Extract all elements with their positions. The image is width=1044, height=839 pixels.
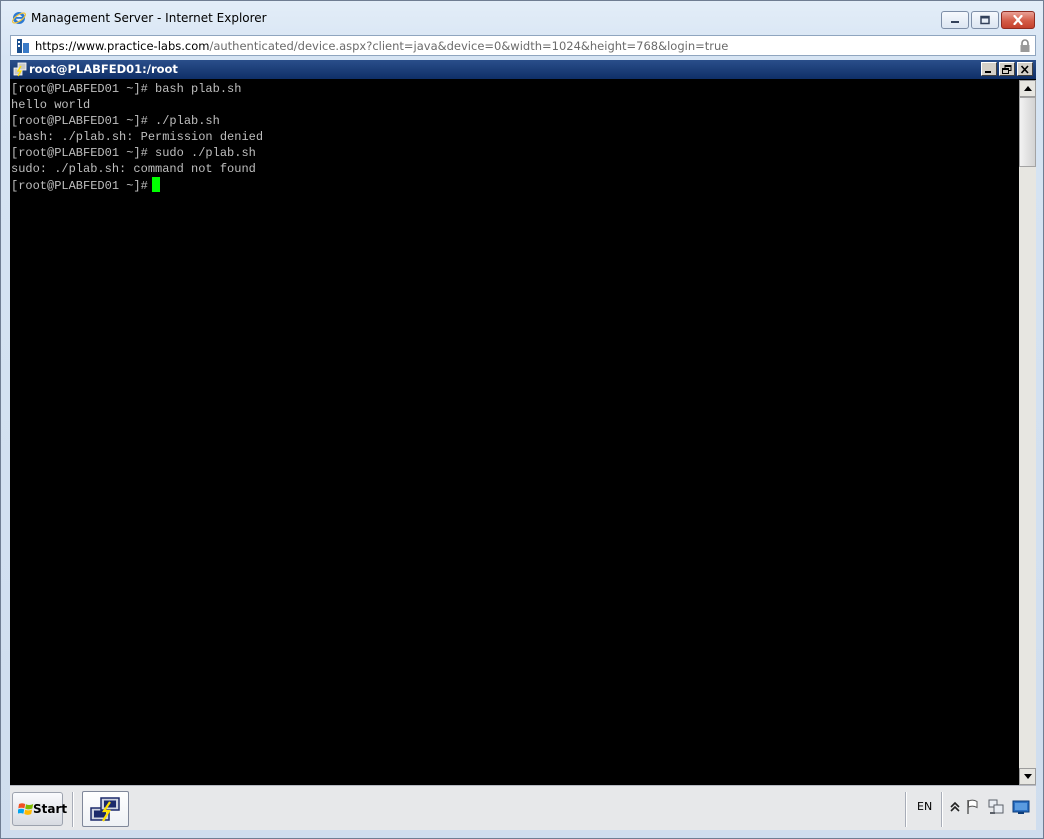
language-indicator[interactable]: EN bbox=[917, 800, 932, 813]
putty-restore-button[interactable] bbox=[999, 62, 1015, 76]
url-protocol: https:// bbox=[35, 39, 77, 53]
maximize-button[interactable] bbox=[971, 11, 999, 29]
ie-window: Management Server - Internet Explorer ht… bbox=[0, 0, 1044, 839]
scroll-thumb[interactable] bbox=[1019, 97, 1036, 167]
taskbar-separator bbox=[72, 792, 73, 827]
windows-logo-icon bbox=[18, 803, 34, 815]
terminal-output[interactable]: [root@PLABFED01 ~]# bash plab.sh hello w… bbox=[10, 80, 1018, 785]
minimize-button[interactable] bbox=[941, 11, 969, 29]
putty-titlebar[interactable]: root@PLABFED01:/root bbox=[10, 60, 1036, 79]
terminal-cursor bbox=[151, 177, 160, 192]
site-icon bbox=[17, 39, 29, 53]
scroll-down-button[interactable] bbox=[1019, 768, 1036, 785]
maximize-icon bbox=[980, 15, 990, 25]
arrow-up-icon bbox=[1024, 86, 1032, 91]
minimize-icon bbox=[951, 21, 959, 23]
putty-controls bbox=[981, 62, 1033, 76]
tray-separator bbox=[905, 792, 906, 827]
putty-icon bbox=[13, 62, 27, 77]
minimize-icon bbox=[985, 71, 991, 73]
url-text[interactable]: https://www.practice-labs.com/authentica… bbox=[35, 39, 728, 53]
tray-separator bbox=[941, 792, 942, 827]
close-icon bbox=[1013, 15, 1023, 25]
restore-icon bbox=[1002, 65, 1012, 74]
remote-taskbar: Start EN bbox=[10, 785, 1036, 830]
chevron-up-icon[interactable] bbox=[946, 798, 964, 816]
terminal-line: -bash: ./plab.sh: Permission denied bbox=[11, 130, 264, 144]
window-title: Management Server - Internet Explorer bbox=[31, 11, 267, 25]
internet-explorer-icon bbox=[12, 12, 26, 24]
putty-minimize-button[interactable] bbox=[981, 62, 997, 76]
desktop-icon[interactable] bbox=[1012, 798, 1030, 816]
url-host: www.practice-labs.com bbox=[76, 39, 210, 53]
terminal-line: [root@PLABFED01 ~]# ./plab.sh bbox=[11, 114, 220, 128]
ie-titlebar[interactable]: Management Server - Internet Explorer bbox=[1, 1, 1043, 35]
putty-close-button[interactable] bbox=[1017, 62, 1033, 76]
close-icon bbox=[1020, 65, 1029, 74]
flag-icon[interactable] bbox=[964, 798, 982, 816]
terminal-prompt-line[interactable]: [root@PLABFED01 ~]# bbox=[10, 177, 1018, 193]
taskbar-putty-button[interactable] bbox=[82, 791, 129, 827]
putty-title: root@PLABFED01:/root bbox=[29, 62, 178, 76]
start-label: Start bbox=[33, 802, 68, 816]
window-controls bbox=[941, 11, 1035, 29]
address-bar[interactable]: https://www.practice-labs.com/authentica… bbox=[10, 35, 1036, 56]
terminal-line: sudo: ./plab.sh: command not found bbox=[11, 162, 256, 176]
url-path: /authenticated/device.aspx?client=java&d… bbox=[209, 39, 729, 53]
terminal-line: hello world bbox=[11, 98, 91, 112]
terminal-line: [root@PLABFED01 ~]# sudo ./plab.sh bbox=[11, 146, 256, 160]
network-icon[interactable] bbox=[987, 798, 1005, 816]
arrow-down-icon bbox=[1024, 774, 1032, 779]
terminal-line: [root@PLABFED01 ~]# bash plab.sh bbox=[11, 82, 242, 96]
terminal-scrollbar[interactable] bbox=[1019, 80, 1036, 785]
close-button[interactable] bbox=[1001, 11, 1035, 29]
remote-desktop[interactable]: root@PLABFED01:/root [root@PLABFED01 ~]#… bbox=[10, 60, 1036, 830]
terminal-prompt: [root@PLABFED01 ~]# bbox=[11, 179, 148, 193]
start-button[interactable]: Start bbox=[12, 792, 67, 826]
scroll-up-button[interactable] bbox=[1019, 80, 1036, 97]
putty-task-icon bbox=[90, 797, 120, 822]
lock-icon[interactable] bbox=[1019, 39, 1031, 53]
